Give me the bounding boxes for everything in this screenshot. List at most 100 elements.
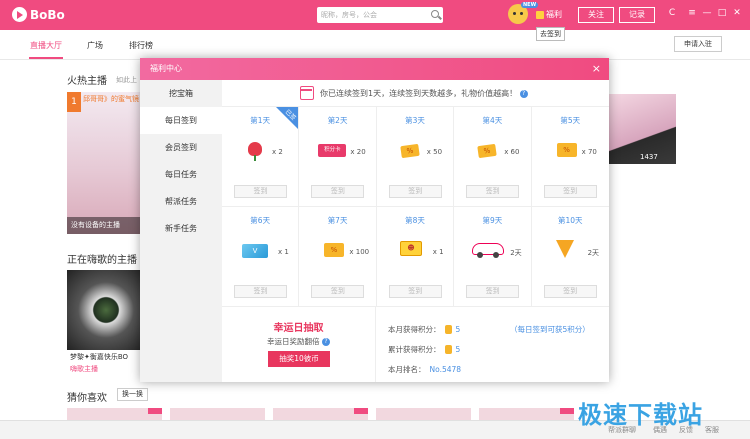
active-tab-indicator: [29, 57, 63, 59]
coupon-icon: %: [400, 143, 420, 159]
month-rank-value: No.5478: [429, 365, 462, 374]
app-name: BoBo: [30, 7, 65, 22]
close-icon[interactable]: ×: [592, 58, 601, 80]
reward-quantity: x 50: [426, 148, 443, 156]
sidebar-item-daily-task[interactable]: 每日任务: [140, 161, 222, 188]
sign-button[interactable]: 签到: [466, 185, 520, 198]
sign-button[interactable]: 签到: [234, 185, 287, 198]
total-points-row: 累计获得积分： 5: [388, 344, 460, 355]
sidebar-item-newbie-task[interactable]: 新手任务: [140, 215, 222, 242]
singing-anchors-title: 正在嗨歌的主播: [67, 255, 137, 266]
site-watermark: 极速下载站: [578, 401, 703, 429]
day-label: 第8天: [405, 216, 425, 225]
sign-button[interactable]: 签到: [466, 285, 520, 298]
coupon-icon: %: [324, 243, 344, 257]
maximize-icon[interactable]: □: [716, 8, 728, 18]
calendar-icon: [300, 86, 314, 100]
minimize-icon[interactable]: —: [701, 8, 713, 18]
day-label: 第6天: [250, 216, 271, 225]
close-window-icon[interactable]: ✕: [731, 8, 743, 18]
welfare-label: 福利: [546, 10, 562, 19]
menu-icon[interactable]: ≡: [686, 8, 698, 18]
reward-quantity: 2天: [587, 249, 600, 257]
hot-anchors-title: 火热主播: [67, 76, 107, 87]
refresh-recommend-button[interactable]: 换一换: [117, 388, 148, 401]
month-points-value: 5: [455, 325, 461, 334]
day-label: 第3天: [405, 116, 425, 125]
sign-button[interactable]: 签到: [311, 185, 365, 198]
record-button[interactable]: 记录: [619, 7, 655, 23]
app-logo: BoBo: [12, 7, 65, 22]
status-service[interactable]: 客服: [705, 425, 719, 435]
hot-anchor-card[interactable]: [67, 92, 145, 234]
main-nav: [0, 30, 750, 60]
search-box: [317, 7, 443, 23]
apply-join-button[interactable]: 申请入驻: [674, 36, 722, 52]
day-label: 第7天: [327, 216, 348, 225]
reward-quantity: x 60: [504, 148, 520, 156]
reward-quantity: x 70: [581, 148, 597, 156]
sign-day-cell: 第2天 积分卡 x 20 签到: [299, 107, 377, 207]
singing-anchor-card[interactable]: [67, 270, 145, 350]
tab-ranking[interactable]: 排行榜: [129, 40, 153, 51]
reward-quantity: x 1: [278, 248, 289, 256]
sign-in-tooltip: 去签到: [536, 27, 565, 41]
tab-square[interactable]: 广场: [87, 40, 103, 51]
points-stats: 本月获得积分： 5 （每日签到可获5积分） 累计获得积分： 5 本月排名： No…: [376, 307, 609, 382]
rose-icon: [248, 142, 262, 161]
sign-button[interactable]: 签到: [311, 285, 365, 298]
lucky-draw-title: 幸运日抽取: [273, 323, 324, 334]
welfare-center-dialog: 福利中心 × 挖宝箱 每日签到 会员签到 每日任务 帮派任务 新手任务 你已连续…: [140, 58, 609, 382]
refresh-icon[interactable]: C: [666, 8, 678, 18]
rank-flag: 1: [67, 92, 81, 112]
sign-in-grid: 已签 第1天 x 2 签到 第2天 积分卡 x 20 签到 第3天 % x 50…: [222, 107, 609, 307]
month-rank-row: 本月排名： No.5478: [388, 364, 461, 375]
search-input[interactable]: [317, 7, 421, 23]
notice-message: 你已连续签到1天，连续签到天数越多，礼物价值越高！: [320, 89, 518, 98]
play-logo-icon: [12, 7, 27, 22]
sidebar-item-treasure[interactable]: 挖宝箱: [140, 80, 222, 107]
sign-button[interactable]: 签到: [543, 185, 597, 198]
dialog-title: 福利中心: [150, 64, 182, 73]
sidebar-item-gang-task[interactable]: 帮派任务: [140, 188, 222, 215]
recommend-badge: [560, 408, 574, 414]
month-points-row: 本月获得积分： 5: [388, 324, 460, 335]
sidebar-item-member-sign[interactable]: 会员签到: [140, 134, 222, 161]
search-icon[interactable]: [431, 10, 439, 18]
day-label: 第10天: [558, 216, 583, 225]
reward-quantity: x 100: [349, 248, 370, 256]
month-rank-label: 本月排名：: [388, 365, 426, 374]
coupon-icon: %: [477, 143, 497, 159]
points-hint: （每日签到可获5积分）: [510, 325, 590, 334]
welfare-button[interactable]: 福利: [536, 9, 562, 20]
sign-day-cell: 第8天 签到 x 1: [376, 207, 455, 307]
sign-button[interactable]: 签到: [388, 185, 442, 198]
coin-icon: [444, 345, 452, 354]
singing-anchor-name: 梦黎✦衡嘉快乐BO: [70, 353, 129, 361]
sidebar-item-daily-sign[interactable]: 每日签到: [140, 107, 222, 134]
sign-day-cell: 第5天 % x 70 签到: [531, 107, 609, 207]
sign-button[interactable]: 签到: [234, 285, 287, 298]
recommend-badge: [148, 408, 162, 414]
help-icon[interactable]: ?: [321, 338, 330, 346]
follow-button[interactable]: 关注: [578, 7, 614, 23]
face-ticket-icon: ☻: [400, 241, 422, 256]
sign-day-cell: 已签 第1天 x 2 签到: [222, 107, 300, 207]
tab-live-hall[interactable]: 直播大厅: [30, 40, 62, 51]
help-icon[interactable]: ?: [519, 89, 528, 98]
reward-quantity: 2天: [510, 249, 522, 257]
day-label: 第5天: [560, 116, 581, 125]
sign-day-cell: 第3天 % x 50 签到: [376, 107, 455, 207]
month-points-label: 本月获得积分：: [388, 325, 441, 334]
lucky-draw-subtitle-text: 幸运日奖励翻倍: [267, 337, 320, 346]
dialog-sidebar: 挖宝箱 每日签到 会员签到 每日任务 帮派任务 新手任务: [140, 80, 222, 382]
day-label: 第2天: [327, 116, 348, 125]
sign-button[interactable]: 签到: [388, 285, 442, 298]
hot-anchors-subtitle: 如此上: [116, 76, 137, 84]
viewer-count: 1437: [640, 153, 658, 161]
coupon-icon: %: [556, 143, 577, 157]
sign-button[interactable]: 签到: [543, 285, 597, 298]
lucky-draw-button[interactable]: 抽奖10彼币: [268, 351, 330, 367]
sign-day-cell: 第7天 签到 x 100: [299, 207, 377, 307]
lucky-draw-subtitle: 幸运日奖励翻倍 ?: [222, 336, 375, 347]
